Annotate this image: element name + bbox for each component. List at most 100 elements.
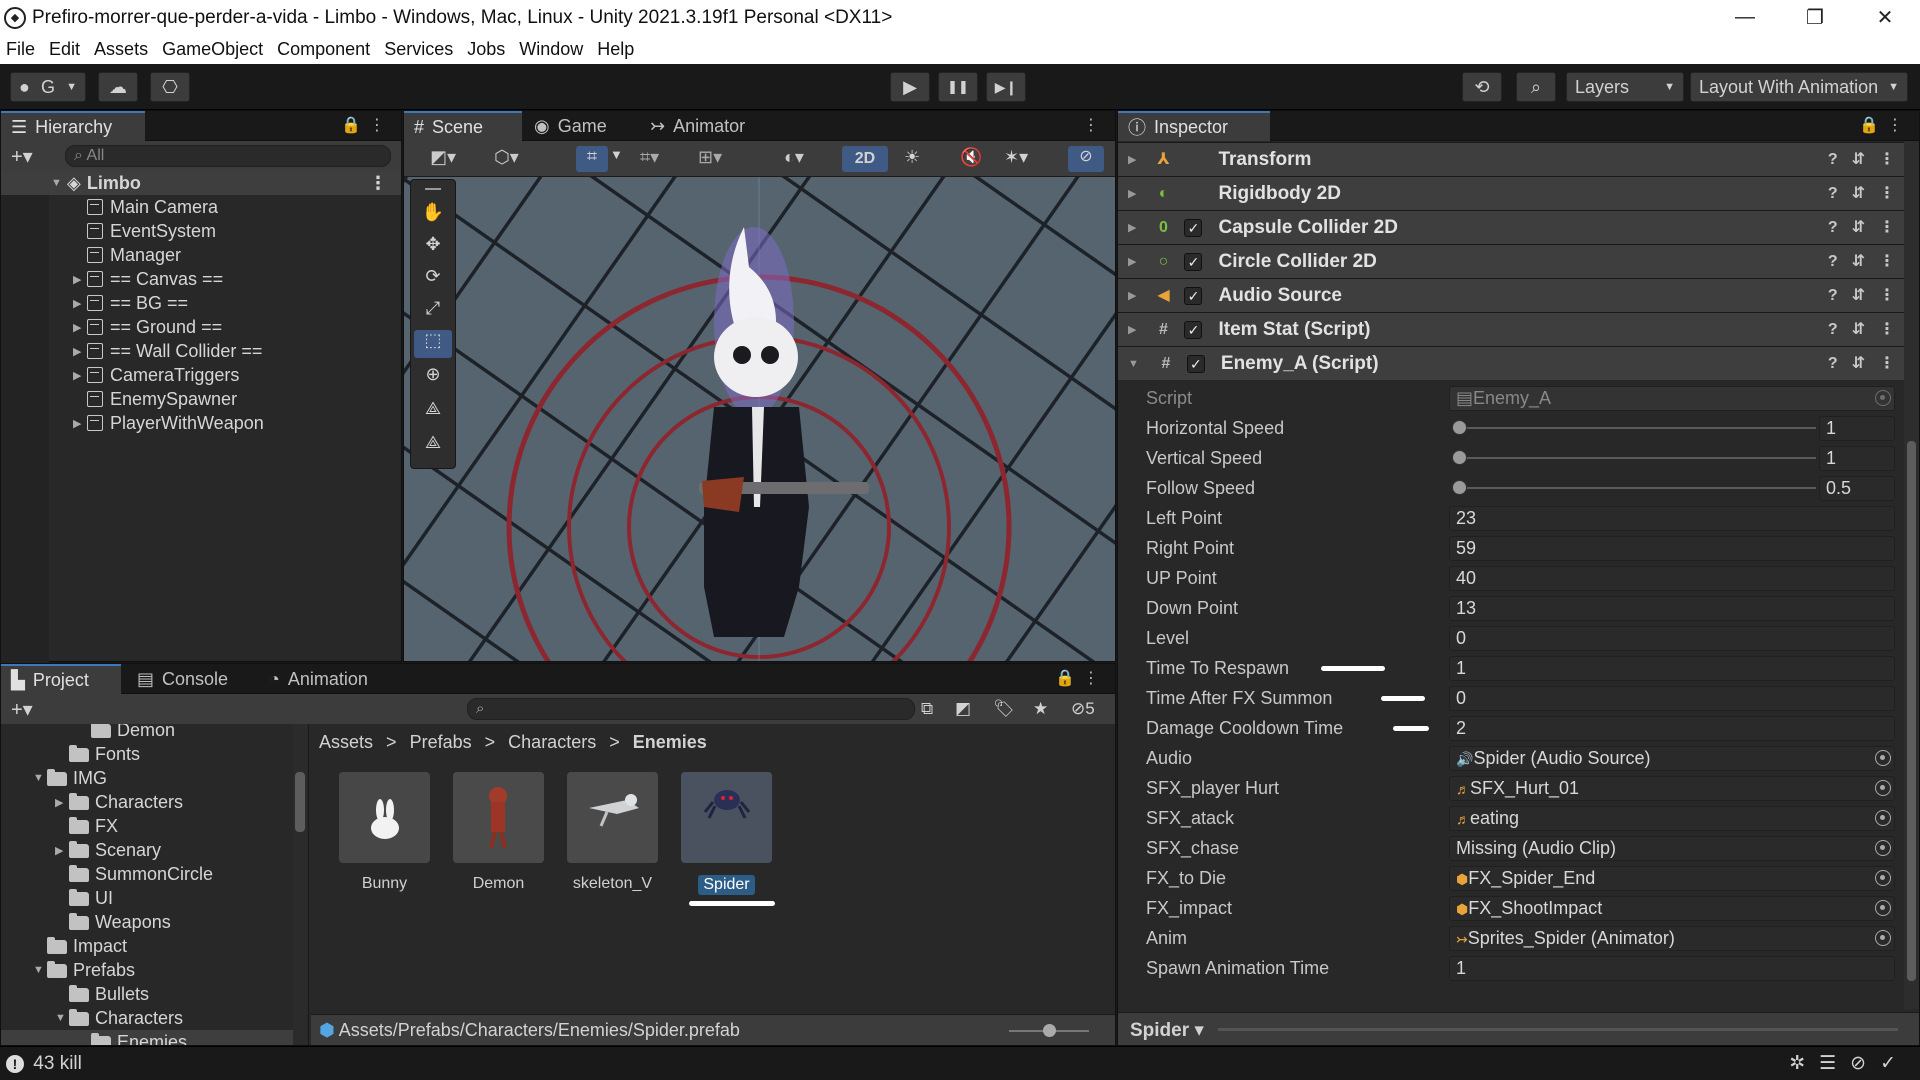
- inspector-scrollbar[interactable]: [1904, 141, 1919, 1009]
- minimize-button[interactable]: —: [1710, 6, 1780, 29]
- folder-item[interactable]: Impact: [1, 934, 294, 958]
- folder-item[interactable]: Enemies: [1, 1030, 294, 1045]
- slider-value-input[interactable]: 1: [1819, 446, 1895, 471]
- hierarchy-item[interactable]: Main Camera: [1, 195, 401, 219]
- layers-dropdown[interactable]: Layers ▼: [1566, 72, 1684, 102]
- folder-item[interactable]: ▼ Prefabs: [1, 958, 294, 982]
- transform-tool-icon[interactable]: ⊕: [416, 364, 450, 392]
- collapsed-arrow-icon[interactable]: ▶: [1128, 221, 1136, 234]
- rotate-tool-icon[interactable]: ⟳: [416, 266, 450, 294]
- object-picker-icon[interactable]: [1875, 840, 1891, 856]
- object-picker-icon[interactable]: [1875, 750, 1891, 766]
- component-menu-icons[interactable]: ?⇵⋮: [1828, 285, 1909, 305]
- play-button[interactable]: ▶: [890, 72, 930, 102]
- folder-item[interactable]: Fonts: [1, 742, 294, 766]
- maximize-button[interactable]: ❐: [1780, 5, 1850, 30]
- folder-item[interactable]: UI: [1, 886, 294, 910]
- expand-arrow-icon[interactable]: ▶: [73, 417, 87, 430]
- component-header[interactable]: ▶ # ✓ Item Stat (Script) ?⇵⋮: [1118, 312, 1919, 346]
- search-icon[interactable]: ⌕: [1516, 72, 1556, 102]
- asset-tile[interactable]: Spider: [679, 772, 774, 895]
- tab-hierarchy[interactable]: ☰ Hierarchy: [1, 111, 145, 141]
- folder-item[interactable]: ▼ Characters: [1, 1006, 294, 1030]
- asset-tile[interactable]: Bunny: [337, 772, 432, 893]
- asset-tile[interactable]: Demon: [451, 772, 546, 893]
- scrollbar-thumb[interactable]: [1907, 441, 1916, 981]
- menu-edit[interactable]: Edit: [49, 39, 80, 60]
- menu-assets[interactable]: Assets: [94, 39, 148, 60]
- hand-tool-icon[interactable]: ✋: [416, 202, 450, 230]
- lock-icon[interactable]: 🔒⋮: [1859, 115, 1911, 135]
- expand-arrow-icon[interactable]: ▶: [73, 273, 87, 286]
- tab-game[interactable]: ◉ Game: [524, 111, 634, 141]
- expand-arrow-icon[interactable]: ▶: [73, 321, 87, 334]
- gizmo-shading-icon[interactable]: ◐▾: [784, 147, 804, 168]
- hierarchy-item[interactable]: ▶ == Canvas ==: [1, 267, 401, 291]
- menu-help[interactable]: Help: [597, 39, 634, 60]
- object-field[interactable]: ↣Sprites_Spider (Animator): [1449, 926, 1895, 951]
- cloud-icon[interactable]: ☁: [98, 72, 138, 102]
- component-menu-icons[interactable]: ?⇵⋮: [1828, 217, 1909, 237]
- tab-scene[interactable]: # Scene: [404, 111, 522, 141]
- component-menu-icons[interactable]: ?⇵⋮: [1828, 353, 1909, 373]
- tab-console[interactable]: ▤ Console: [127, 664, 251, 694]
- asset-tile[interactable]: skeleton_V: [565, 772, 660, 893]
- enabled-checkbox[interactable]: ✓: [1184, 218, 1203, 237]
- breadcrumb-characters[interactable]: Characters: [508, 732, 596, 752]
- lock-icon[interactable]: 🔒⋮: [341, 115, 393, 135]
- status-text[interactable]: 43 kill: [33, 1053, 82, 1074]
- drag-handle[interactable]: [425, 188, 441, 190]
- folder-item[interactable]: ▼ IMG: [1, 766, 294, 790]
- enabled-checkbox[interactable]: ✓: [1184, 252, 1203, 271]
- collapsed-arrow-icon[interactable]: ▶: [1128, 187, 1136, 200]
- hierarchy-item[interactable]: ▶ == Ground ==: [1, 315, 401, 339]
- add-button[interactable]: +▾: [11, 144, 33, 169]
- number-input[interactable]: 23: [1449, 506, 1895, 531]
- expand-arrow-icon[interactable]: ▶: [55, 844, 69, 857]
- hidden-packages-icon[interactable]: ⊘5: [1071, 699, 1095, 719]
- scene-viewport[interactable]: ✋ ✥ ⟳ ⤢ ⬚ ⊕ ⟁ ⟁: [404, 177, 1115, 661]
- component-menu-icons[interactable]: ?⇵⋮: [1828, 251, 1909, 271]
- component-header[interactable]: ▶ ◐ Rigidbody 2D ?⇵⋮: [1118, 176, 1919, 210]
- hierarchy-item[interactable]: ▶ CameraTriggers: [1, 363, 401, 387]
- component-header[interactable]: ▶ 0 ✓ Capsule Collider 2D ?⇵⋮: [1118, 210, 1919, 244]
- render-mode-icon[interactable]: ⬡▾: [494, 147, 519, 168]
- folder-item[interactable]: Demon: [1, 724, 294, 742]
- folder-item[interactable]: Bullets: [1, 982, 294, 1006]
- snap-increment-icon[interactable]: ⌗▾: [640, 147, 659, 168]
- filter-type-icon[interactable]: ⧉: [921, 699, 933, 719]
- tag-icon[interactable]: 🏷: [993, 699, 1015, 719]
- number-input[interactable]: 40: [1449, 566, 1895, 591]
- breadcrumb-assets[interactable]: Assets: [319, 732, 373, 752]
- component-menu-icons[interactable]: ?⇵⋮: [1828, 149, 1909, 169]
- move-tool-icon[interactable]: ✥: [416, 234, 450, 262]
- collab-icon[interactable]: ⎔: [150, 72, 190, 102]
- component-header[interactable]: ▶ ⅄ Transform ?⇵⋮: [1118, 142, 1919, 176]
- number-input[interactable]: 2: [1449, 716, 1895, 741]
- hierarchy-item[interactable]: ▶ == Wall Collider ==: [1, 339, 401, 363]
- resize-handle[interactable]: [1218, 1028, 1898, 1031]
- menu-jobs[interactable]: Jobs: [467, 39, 505, 60]
- rect-tool-icon[interactable]: ⬚: [414, 330, 452, 358]
- expand-arrow-icon[interactable]: ▼: [55, 1012, 69, 1024]
- object-field[interactable]: ♬eating: [1449, 806, 1895, 831]
- object-dropdown[interactable]: Spider ▾: [1130, 1019, 1204, 1042]
- scrollbar-thumb[interactable]: [295, 772, 305, 832]
- object-field[interactable]: 🔊Spider (Audio Source): [1449, 746, 1895, 771]
- object-picker-icon[interactable]: [1875, 780, 1891, 796]
- create-button[interactable]: +▾: [11, 697, 33, 722]
- component-header[interactable]: ▶ ○ ✓ Circle Collider 2D ?⇵⋮: [1118, 244, 1919, 278]
- number-input[interactable]: 1: [1449, 656, 1895, 681]
- slider-knob[interactable]: [1452, 450, 1467, 465]
- slider-value-input[interactable]: 1: [1819, 416, 1895, 441]
- close-button[interactable]: ✕: [1850, 5, 1920, 30]
- expand-arrow-icon[interactable]: ▼: [33, 964, 47, 976]
- tab-animator[interactable]: ↣ Animator: [640, 111, 770, 141]
- zoom-slider-knob[interactable]: [1043, 1024, 1056, 1037]
- more-icon[interactable]: ⋮: [369, 173, 387, 194]
- slider-knob[interactable]: [1452, 480, 1467, 495]
- collapsed-arrow-icon[interactable]: ▶: [1128, 153, 1136, 166]
- pause-button[interactable]: ❚❚: [938, 72, 978, 102]
- hierarchy-search-input[interactable]: ⌕ All: [65, 145, 391, 167]
- grid-snap-icon[interactable]: ⌗: [576, 146, 608, 172]
